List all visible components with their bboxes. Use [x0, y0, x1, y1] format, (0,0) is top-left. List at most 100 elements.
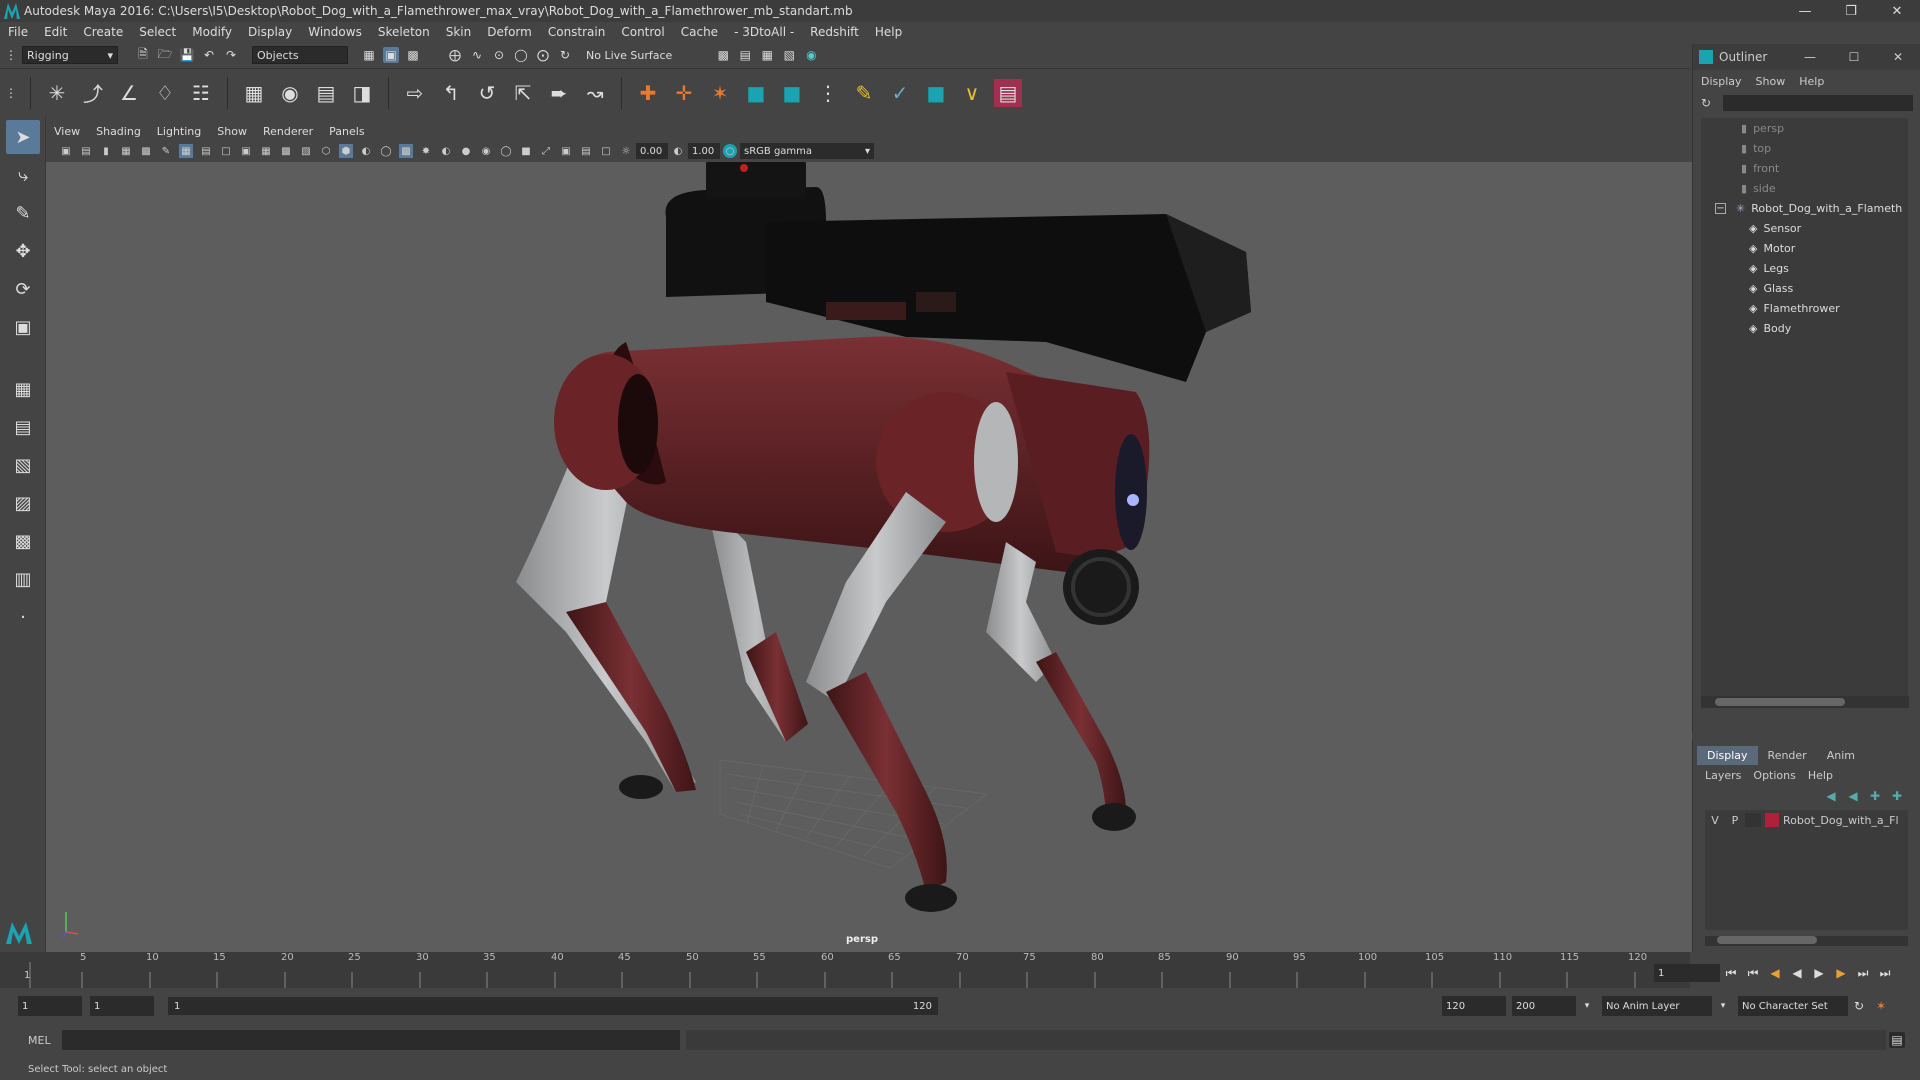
live-surface-label[interactable]: No Live Surface [586, 49, 672, 62]
dof-icon[interactable]: ■ [519, 144, 533, 158]
selection-mode-dropdown[interactable]: Objects [252, 46, 348, 64]
safe-title-icon[interactable]: ▧ [299, 144, 313, 158]
outliner-item-front[interactable]: ▮ front [1701, 158, 1908, 178]
menu-file[interactable]: File [0, 25, 36, 39]
hypershade-icon[interactable]: ◉ [803, 47, 819, 63]
panel-menu-renderer[interactable]: Renderer [255, 125, 321, 138]
panel-menu-lighting[interactable]: Lighting [149, 125, 209, 138]
grease-pencil-icon[interactable]: ✎ [159, 144, 173, 158]
cmd-language-label[interactable]: MEL [0, 1034, 56, 1047]
snap-surface-icon[interactable]: ⨀ [535, 47, 551, 63]
layer-visibility-toggle[interactable]: V [1705, 814, 1725, 827]
camera-lock-icon[interactable]: ▤ [79, 144, 93, 158]
play-backwards-icon[interactable]: ◀ [1789, 965, 1805, 981]
step-back-frame-icon[interactable]: ◀ [1767, 965, 1783, 981]
layer-row[interactable]: V P Robot_Dog_with_a_Fl [1705, 810, 1908, 830]
ipr-render-icon[interactable]: ▦ [759, 47, 775, 63]
ik-handle-icon[interactable]: ⤴ [79, 79, 107, 107]
restore-icon[interactable]: ❐ [1828, 0, 1874, 22]
select-tool-icon[interactable]: ➤ [6, 120, 40, 154]
tab-render[interactable]: Render [1758, 746, 1817, 765]
layer-playback-toggle[interactable]: P [1725, 814, 1745, 827]
constraint-aim-icon[interactable]: ➨ [545, 79, 573, 107]
constraint-pole-icon[interactable]: ↝ [581, 79, 609, 107]
step-back-key-icon[interactable]: ⏮ [1745, 965, 1761, 981]
layer-color-swatch[interactable] [1765, 813, 1779, 827]
resolution-gate-icon[interactable]: □ [219, 144, 233, 158]
xray-icon[interactable]: ▩ [399, 144, 413, 158]
move-tool-icon[interactable]: ✥ [6, 234, 40, 268]
range-chevron-icon[interactable]: ▾ [1579, 998, 1595, 1014]
collapse-icon[interactable]: − [1715, 202, 1726, 214]
menu-select[interactable]: Select [131, 25, 184, 39]
script-editor-icon[interactable]: ▤ [1889, 1032, 1905, 1048]
outliner-item-root[interactable]: − ✳ Robot_Dog_with_a_Flameth [1701, 198, 1908, 218]
motion-blur-icon[interactable]: ◉ [479, 144, 493, 158]
anti-alias-icon[interactable]: ◯ [499, 144, 513, 158]
panel-menu-panels[interactable]: Panels [321, 125, 372, 138]
bounding-box-icon[interactable]: ◯ [379, 144, 393, 158]
outliner-search-input[interactable] [1723, 95, 1913, 111]
menu-3dtoall[interactable]: - 3DtoAll - [726, 25, 802, 39]
shelf-tool-3-icon[interactable]: ✶ [706, 79, 734, 107]
colorspace-dropdown[interactable]: sRGB gamma ▾ [740, 143, 874, 159]
play-forwards-icon[interactable]: ▶ [1811, 965, 1827, 981]
select-object-icon[interactable]: ▣ [383, 47, 399, 63]
cluster-icon[interactable]: ◨ [348, 79, 376, 107]
outliner-h-scrollbar[interactable] [1701, 696, 1909, 708]
gamma-icon[interactable]: ◐ [671, 144, 685, 158]
constraint-orient-icon[interactable]: ↺ [473, 79, 501, 107]
mirror-joint-icon[interactable]: ♢ [151, 79, 179, 107]
command-input[interactable] [62, 1030, 680, 1050]
step-forward-key-icon[interactable]: ⏭ [1855, 965, 1871, 981]
menu-create[interactable]: Create [75, 25, 131, 39]
layer-move-up-icon[interactable]: ◀ [1823, 788, 1839, 804]
film-gate-icon[interactable]: ▤ [199, 144, 213, 158]
new-layer-selected-icon[interactable]: ✚ [1889, 788, 1905, 804]
viewport-persp[interactable]: persp [46, 162, 1692, 952]
shelf-tool-11-icon[interactable]: ▤ [994, 78, 1022, 107]
outliner-filter-icon[interactable]: ↻ [1701, 96, 1719, 110]
bind-skin-icon[interactable]: ▦ [240, 79, 268, 107]
layer-menu-options[interactable]: Options [1753, 769, 1795, 782]
outliner-item-legs[interactable]: ◈ Legs [1701, 258, 1908, 278]
layout-stack-icon[interactable]: ▨ [6, 486, 40, 520]
go-to-end-icon[interactable]: ⏭ [1877, 965, 1893, 981]
gamma-field[interactable]: 1.00 [688, 143, 720, 159]
snap-curve-icon[interactable]: ∿ [469, 47, 485, 63]
range-current-field[interactable]: 1 [90, 996, 154, 1016]
layout-graph-icon[interactable]: ▥ [6, 562, 40, 596]
field-chart-icon[interactable]: ▦ [259, 144, 273, 158]
outliner-menu-display[interactable]: Display [1701, 75, 1742, 88]
color-management-icon[interactable]: ○ [723, 144, 737, 158]
range-end-field[interactable]: 120 [1442, 996, 1506, 1016]
outliner-item-sensor[interactable]: ◈ Sensor [1701, 218, 1908, 238]
scale-tool-icon[interactable]: ▣ [6, 310, 40, 344]
outliner-item-top[interactable]: ▮ top [1701, 138, 1908, 158]
time-slider[interactable]: 1 5 10 15 20 25 30 35 40 45 50 55 60 65 … [0, 952, 1690, 988]
constraint-parent-icon[interactable]: ⇨ [401, 79, 429, 107]
select-hierarchy-icon[interactable]: ▦ [361, 47, 377, 63]
panel-menu-show[interactable]: Show [209, 125, 255, 138]
open-scene-icon[interactable]: 🗁 [157, 47, 173, 63]
snap-plane-icon[interactable]: ◯ [513, 47, 529, 63]
layer-menu-help[interactable]: Help [1808, 769, 1833, 782]
orient-joint-icon[interactable]: ☷ [187, 79, 215, 107]
menu-display[interactable]: Display [240, 25, 300, 39]
anim-layer-dropdown[interactable]: No Anim Layer [1602, 996, 1712, 1016]
select-component-icon[interactable]: ▩ [405, 47, 421, 63]
wireframe-icon[interactable]: ⬡ [319, 144, 333, 158]
maya-home-icon[interactable] [4, 918, 34, 948]
layer-menu-layers[interactable]: Layers [1705, 769, 1741, 782]
flat-shade-icon[interactable]: ◐ [359, 144, 373, 158]
ik-spline-icon[interactable]: ∠ [115, 79, 143, 107]
locator-icon[interactable]: ✚ [634, 79, 662, 107]
step-forward-frame-icon[interactable]: ▶ [1833, 965, 1849, 981]
outliner-item-body[interactable]: ◈ Body [1701, 318, 1908, 338]
camera-select-icon[interactable]: ▣ [59, 144, 73, 158]
rotate-tool-icon[interactable]: ⟳ [6, 272, 40, 306]
preferences-icon[interactable]: ✶ [1873, 998, 1889, 1014]
isolate-select-icon[interactable]: ⤢ [539, 144, 553, 158]
shelf-tool-5-icon[interactable]: ■ [778, 79, 806, 107]
current-frame-field[interactable]: 1 [1654, 964, 1720, 982]
